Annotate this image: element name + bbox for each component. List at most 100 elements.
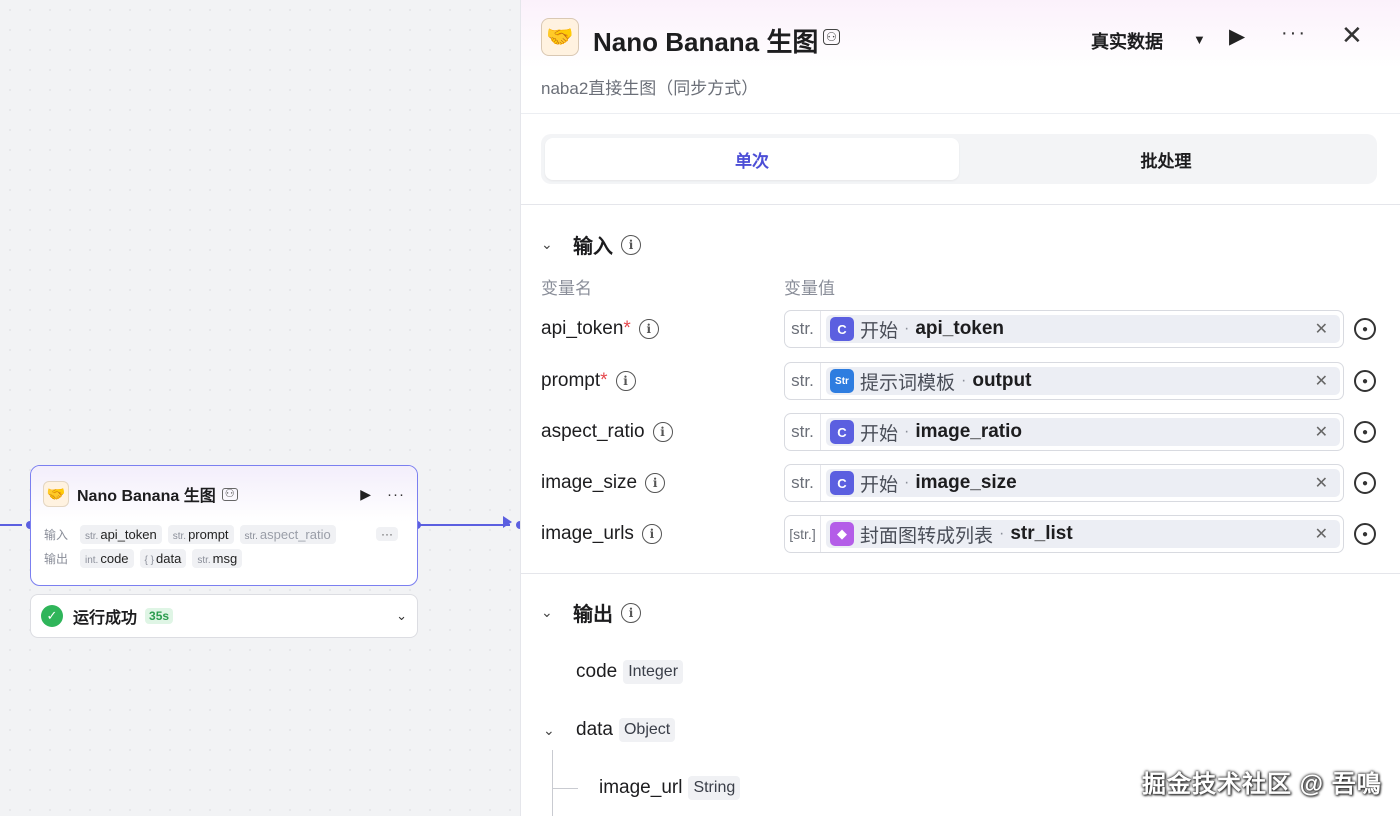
run-duration-badge: 35s (145, 608, 174, 624)
info-icon[interactable]: i (621, 602, 641, 623)
clear-icon[interactable]: ✕ (1315, 473, 1336, 493)
nano-banana-node[interactable]: 🤝 Nano Banana 生图 ⚇ ▶ ··· 输入 str. api_toke… (30, 465, 418, 586)
info-icon[interactable]: i (652, 422, 673, 442)
output-field-image-url: image_url String (599, 776, 741, 800)
chevron-down-icon[interactable]: ⌄ (541, 604, 563, 621)
info-icon[interactable]: i (621, 234, 641, 255)
variable-name: prompt * i (541, 370, 784, 392)
variable-name: image_urls i (541, 523, 784, 545)
node-header: 🤝 Nano Banana 生图 ⚇ ▶ ··· (31, 466, 417, 522)
required-mark: * (623, 318, 631, 339)
info-icon[interactable]: i (638, 319, 659, 339)
reference-pill[interactable]: C 开始 · image_ratio ✕ (826, 418, 1340, 446)
type-tag: str. (85, 530, 99, 542)
variable-settings-icon[interactable]: ● (1354, 318, 1376, 340)
more-button[interactable]: ··· (1281, 22, 1307, 45)
chevron-down-icon[interactable]: ⌄ (543, 722, 576, 739)
data-mode-select[interactable]: 真实数据 (1091, 28, 1163, 54)
plugin-icon: ⚇ (221, 487, 238, 501)
tree-line (552, 788, 578, 789)
output-section-title: 输出 (573, 604, 613, 626)
output-field-code: code Integer (576, 660, 684, 684)
node-input-pill: str. prompt (167, 524, 234, 544)
type-tag: str. (197, 554, 211, 566)
run-status-text: 运行成功 (73, 610, 138, 627)
run-status-card[interactable]: ✓ 运行成功 35s ⌄ (30, 594, 418, 638)
node-inputs-label: 输入 (44, 527, 69, 542)
reference-source: 开始 (860, 423, 899, 445)
mode-tabs: 单次 批处理 (541, 134, 1377, 184)
panel-description: naba2直接生图（同步方式） (541, 79, 759, 98)
variable-name-text: image_size (541, 472, 638, 493)
caret-down-icon[interactable]: ▼ (1193, 32, 1206, 47)
chevron-down-icon[interactable]: ⌄ (541, 236, 563, 253)
variable-settings-icon[interactable]: ● (1354, 523, 1376, 545)
node-outputs-row: 输出 int. code { } data str. msg (31, 546, 417, 570)
type-tag: str. (172, 530, 187, 542)
run-button[interactable]: ▶ (1229, 24, 1245, 49)
tab-single[interactable]: 单次 (545, 138, 959, 180)
reference-variable: image_ratio (915, 421, 1022, 442)
type-tag: str. (785, 363, 821, 399)
column-header-value: 变量值 (784, 279, 835, 298)
variable-value-field[interactable]: str. C 开始 · image_ratio ✕ (784, 413, 1344, 451)
incoming-edge (0, 524, 22, 526)
node-inputs-more-button[interactable]: ··· (376, 527, 398, 541)
plugin-icon: ⚇ (823, 29, 840, 45)
node-more-button[interactable]: ··· (387, 486, 405, 503)
output-field-type: String (688, 776, 741, 800)
tab-batch[interactable]: 批处理 (959, 138, 1373, 180)
variable-value-field[interactable]: str. C 开始 · api_token ✕ (784, 310, 1344, 348)
reference-pill[interactable]: ◆ 封面图转成列表 · str_list ✕ (826, 520, 1340, 548)
output-field-name: code (576, 661, 618, 682)
type-tag: str. (785, 414, 821, 450)
pill-label: prompt (188, 526, 229, 542)
variable-value-field[interactable]: str. C 开始 · image_size ✕ (784, 464, 1344, 502)
success-check-icon: ✓ (41, 605, 63, 627)
variable-settings-icon[interactable]: ● (1354, 370, 1376, 392)
variable-value-field[interactable]: [str.] ◆ 封面图转成列表 · str_list ✕ (784, 515, 1344, 553)
reference-source: 开始 (860, 474, 899, 496)
reference-pill[interactable]: Str 提示词模板 · output ✕ (826, 367, 1340, 395)
workflow-canvas[interactable]: 🤝 Nano Banana 生图 ⚇ ▶ ··· 输入 str. api_toke… (0, 0, 524, 816)
node-run-button[interactable]: ▶ (360, 486, 371, 503)
variable-settings-icon[interactable]: ● (1354, 421, 1376, 443)
clear-icon[interactable]: ✕ (1315, 319, 1336, 339)
prompt-template-icon: Str (830, 369, 854, 393)
list-convert-icon: ◆ (830, 522, 854, 546)
input-section-header[interactable]: ⌄ 输入 i (541, 230, 641, 259)
variable-name-text: aspect_ratio (541, 421, 645, 442)
output-field-data[interactable]: ⌄ data Object (543, 718, 676, 742)
separator: · (904, 320, 910, 337)
node-input-pill: str. api_token (80, 524, 162, 544)
info-icon[interactable]: i (641, 524, 662, 544)
type-tag: str. (785, 465, 821, 501)
close-icon[interactable]: ✕ (1341, 20, 1363, 51)
reference-source: 开始 (860, 320, 899, 342)
clear-icon[interactable]: ✕ (1315, 422, 1336, 442)
output-field-type: Integer (623, 660, 684, 684)
variable-value-field[interactable]: str. Str 提示词模板 · output ✕ (784, 362, 1344, 400)
node-inputs-row: 输入 str. api_token str. prompt str. aspect_r… (31, 522, 417, 546)
reference-pill[interactable]: C 开始 · image_size ✕ (826, 469, 1340, 497)
chevron-down-icon[interactable]: ⌄ (396, 608, 407, 624)
handshake-icon: 🤝 (43, 481, 69, 507)
reference-variable: api_token (915, 318, 1005, 339)
reference-source: 封面图转成列表 (860, 525, 994, 547)
input-row-api-token: api_token * i str. C 开始 · api_token ✕ ● (541, 310, 1377, 348)
panel-header: 🤝 Nano Banana 生图 ⚇ 真实数据 ▼ ▶ ··· ✕ naba2直… (521, 0, 1400, 114)
reference-pill[interactable]: C 开始 · api_token ✕ (826, 315, 1340, 343)
input-row-prompt: prompt * i str. Str 提示词模板 · output ✕ ● (541, 362, 1377, 400)
clear-icon[interactable]: ✕ (1315, 524, 1336, 544)
node-outputs-label: 输出 (44, 551, 69, 566)
variable-settings-icon[interactable]: ● (1354, 472, 1376, 494)
pill-label: msg (212, 550, 238, 566)
output-section-header[interactable]: ⌄ 输出 i (541, 598, 641, 627)
edge-arrow-icon (503, 516, 512, 528)
info-icon[interactable]: i (645, 473, 666, 493)
pill-label: code (100, 550, 129, 566)
info-icon[interactable]: i (615, 371, 636, 391)
tree-line (552, 750, 553, 816)
node-output-pill: str. msg (192, 548, 243, 568)
clear-icon[interactable]: ✕ (1315, 371, 1336, 391)
